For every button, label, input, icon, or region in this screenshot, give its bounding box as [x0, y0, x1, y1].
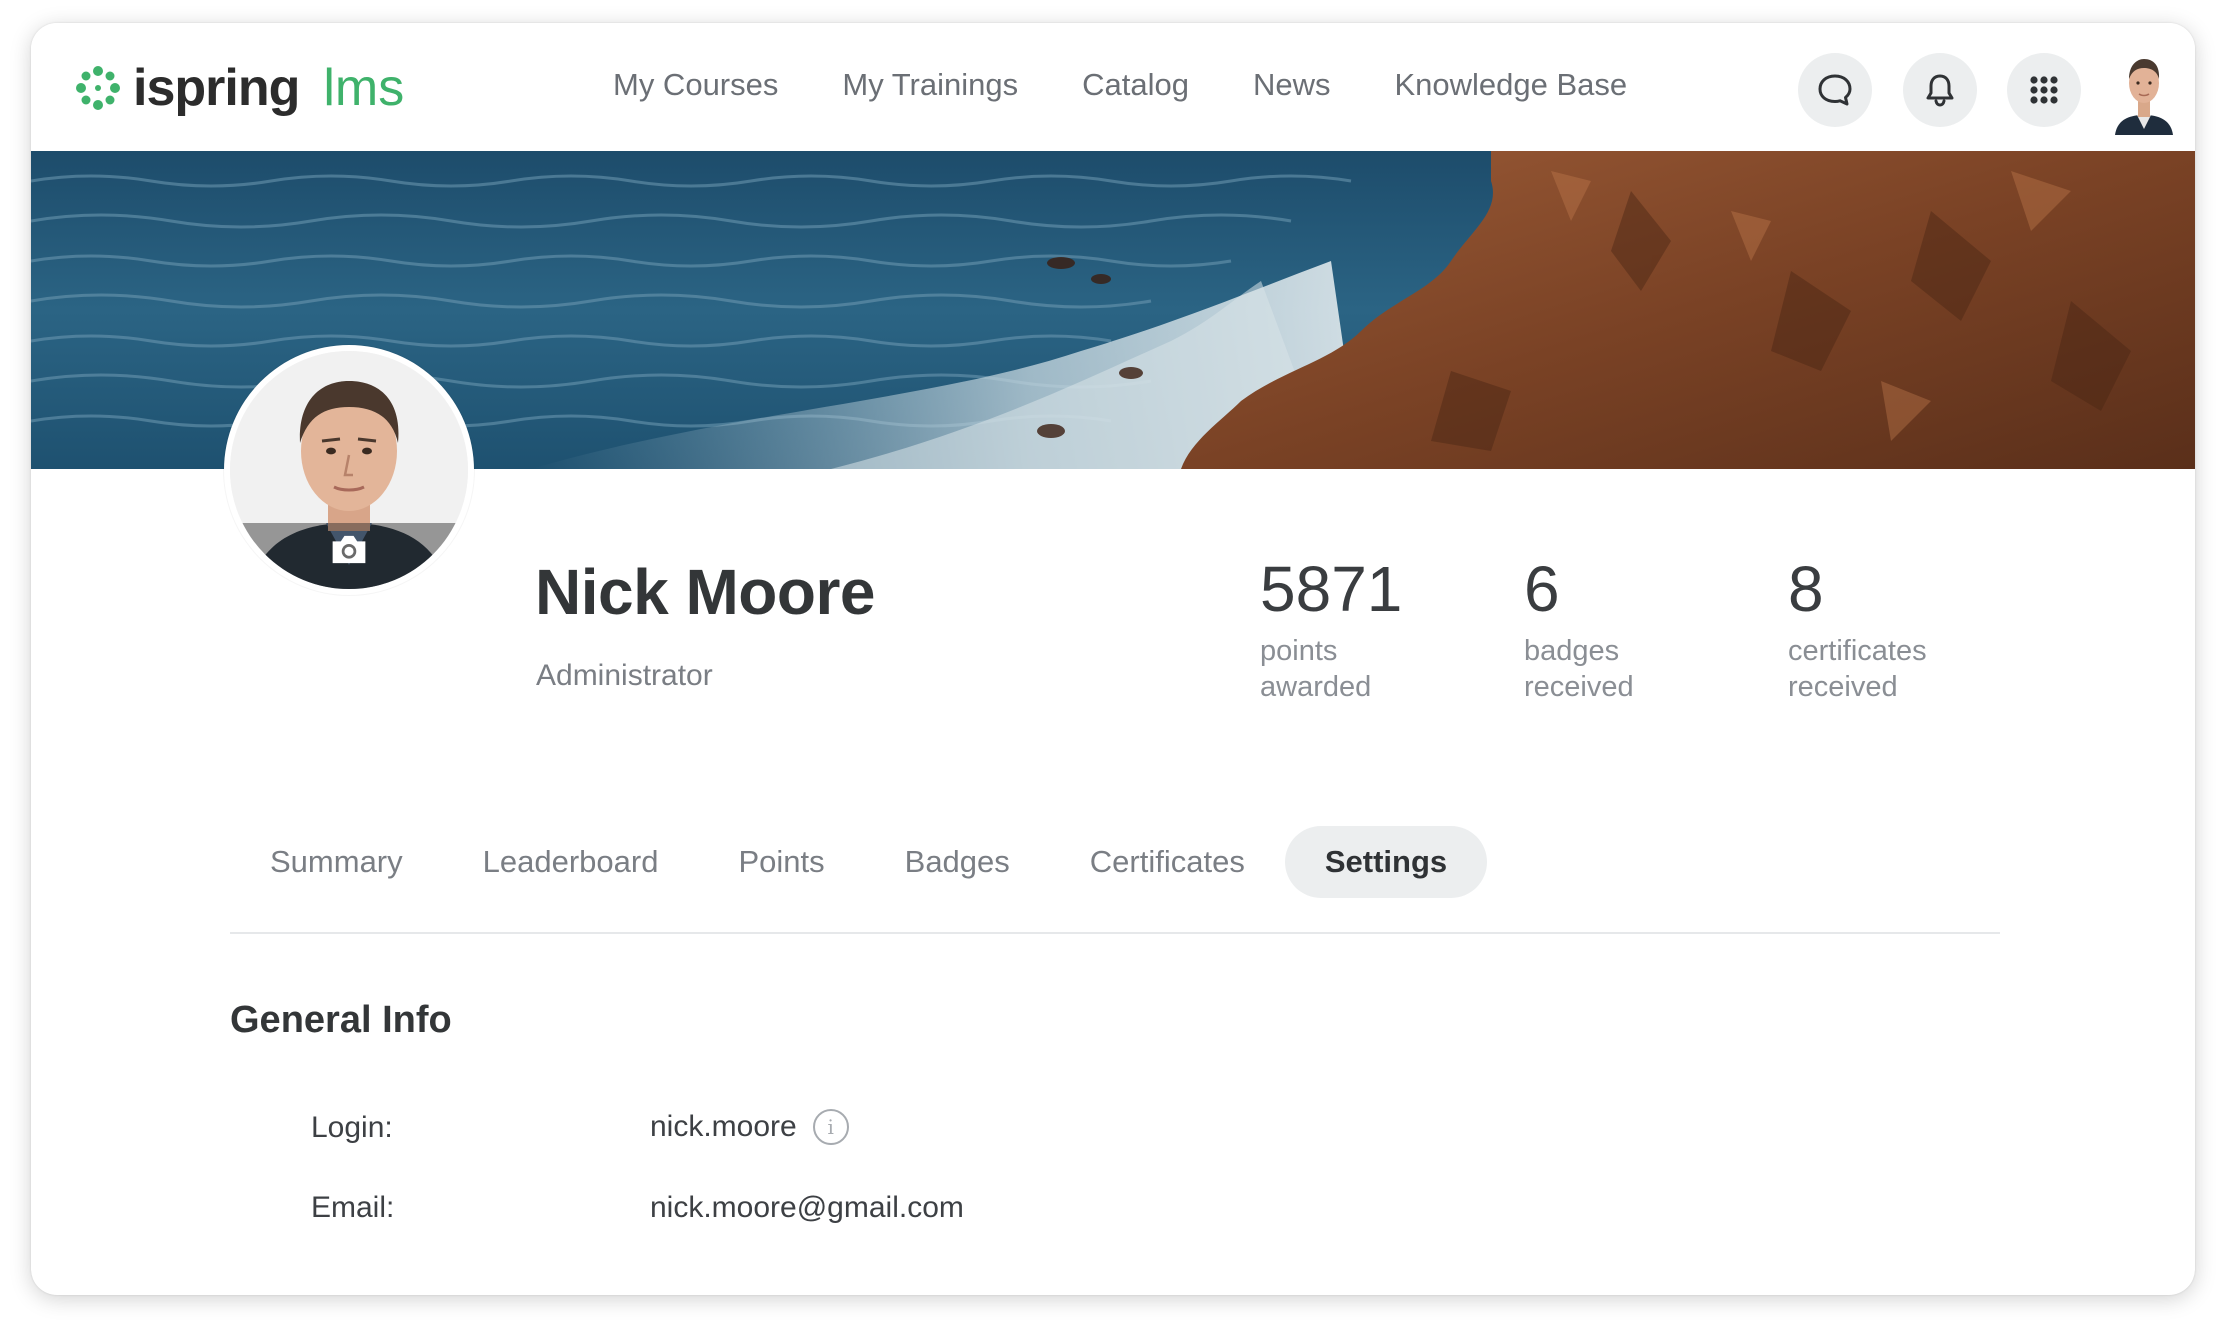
chat-bubble-icon — [1818, 74, 1852, 106]
login-label: Login: — [311, 1111, 393, 1144]
nav-my-courses[interactable]: My Courses — [613, 63, 778, 107]
nav-news[interactable]: News — [1253, 63, 1331, 107]
email-text: nick.moore@gmail.com — [650, 1191, 964, 1224]
avatar — [2115, 59, 2173, 135]
camera-icon — [332, 535, 366, 564]
chat-button[interactable] — [1798, 53, 1872, 127]
apps-button[interactable] — [2007, 53, 2081, 127]
user-role: Administrator — [536, 659, 713, 692]
nav-my-trainings[interactable]: My Trainings — [842, 63, 1018, 107]
stat-label-line1: certificates — [1788, 635, 1927, 667]
stat-certificates: 8 certificates received — [1788, 553, 1927, 705]
profile-photo-image — [230, 351, 468, 589]
stat-badges: 6 badges received — [1524, 553, 1634, 705]
login-text: nick.moore — [650, 1110, 797, 1143]
stat-points: 5871 points awarded — [1260, 553, 1402, 705]
tab-certificates[interactable]: Certificates — [1050, 826, 1285, 898]
stat-value: 8 — [1788, 553, 1824, 625]
logo-text: ispring — [133, 59, 300, 117]
section-title: General Info — [230, 999, 452, 1041]
nav-knowledge-base[interactable]: Knowledge Base — [1394, 63, 1627, 107]
tab-summary[interactable]: Summary — [230, 826, 443, 898]
profile-tabs: Summary Leaderboard Points Badges Certif… — [230, 826, 1488, 898]
stat-value: 6 — [1524, 553, 1560, 625]
stat-label-line1: points — [1260, 635, 1338, 667]
login-value: nick.moore i — [650, 1109, 849, 1145]
tabs-divider — [230, 932, 2000, 934]
tab-points[interactable]: Points — [698, 826, 864, 898]
stat-label-line2: awarded — [1260, 671, 1372, 703]
logo-suffix: lms — [323, 59, 405, 117]
bell-icon — [1926, 74, 1954, 107]
app-window: ispring lms My Courses My Trainings Cata… — [31, 23, 2195, 1295]
stat-label-line2: received — [1524, 671, 1634, 703]
change-photo-overlay[interactable] — [230, 523, 468, 589]
tab-settings[interactable]: Settings — [1284, 826, 1488, 898]
user-name: Nick Moore — [535, 556, 875, 628]
apps-grid-icon — [2030, 76, 2058, 104]
tab-badges[interactable]: Badges — [865, 826, 1050, 898]
notifications-button[interactable] — [1903, 53, 1977, 127]
stat-label-line2: received — [1788, 671, 1898, 703]
email-value: nick.moore@gmail.com — [650, 1191, 964, 1225]
user-avatar-menu[interactable] — [2113, 49, 2175, 135]
logo[interactable]: ispring lms — [75, 53, 404, 123]
stat-label-line1: badges — [1524, 635, 1620, 667]
tab-leaderboard[interactable]: Leaderboard — [443, 826, 699, 898]
ispring-logo-icon — [76, 66, 120, 110]
info-icon[interactable]: i — [812, 1109, 849, 1145]
email-label: Email: — [311, 1191, 395, 1224]
nav-catalog[interactable]: Catalog — [1082, 63, 1189, 107]
top-bar: ispring lms My Courses My Trainings Cata… — [31, 23, 2195, 151]
main-nav: My Courses My Trainings Catalog News Kno… — [613, 63, 1691, 107]
profile-photo[interactable] — [224, 345, 474, 595]
stat-value: 5871 — [1260, 553, 1403, 625]
